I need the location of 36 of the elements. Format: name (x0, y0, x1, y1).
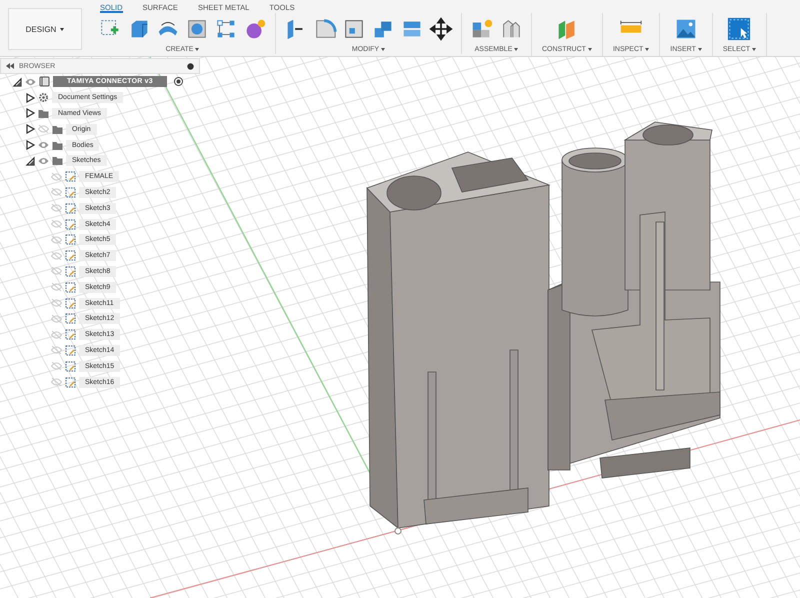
sketch-icon (65, 202, 76, 214)
sketch-icon (65, 376, 76, 388)
expand-arrow-icon[interactable] (25, 108, 35, 118)
sketch-icon (65, 298, 76, 309)
component-icon (39, 76, 50, 88)
shell-icon[interactable] (342, 17, 366, 41)
sketch-icon (65, 266, 76, 277)
expand-arrow-icon[interactable] (25, 140, 35, 150)
origin-icon (394, 528, 402, 534)
sketch-icon (65, 250, 76, 262)
fillet-icon[interactable] (313, 17, 337, 41)
sketch-icon (65, 344, 76, 356)
collapse-icon[interactable] (6, 63, 14, 69)
folder-icon (38, 108, 49, 119)
sketch-icon (65, 329, 76, 340)
hole-icon[interactable] (185, 17, 209, 41)
sketch-icon (65, 218, 76, 230)
folder-icon (52, 140, 63, 151)
folder-icon (52, 155, 63, 166)
move-icon[interactable] (429, 17, 453, 41)
gear-icon (38, 92, 49, 104)
collapse-arrow-icon[interactable] (25, 156, 35, 166)
folder-icon (52, 124, 63, 135)
collapse-arrow-icon[interactable] (12, 76, 22, 87)
caret-icon (60, 28, 64, 30)
pin-icon[interactable] (187, 62, 194, 70)
sketch-icon (65, 171, 76, 182)
sketch-icon (65, 234, 76, 246)
workspace-dropdown[interactable]: DESIGN (8, 8, 82, 50)
sketch-icon (65, 282, 76, 293)
sketch-icon (65, 360, 76, 372)
expand-arrow-icon[interactable] (25, 124, 35, 134)
expand-arrow-icon[interactable] (25, 92, 35, 103)
sketch-icon (65, 313, 76, 324)
select-icon[interactable] (727, 17, 752, 41)
sketch-icon (65, 186, 76, 198)
